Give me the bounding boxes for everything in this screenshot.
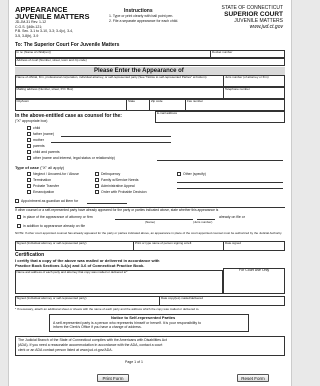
telephone-label: Telephone number	[225, 87, 250, 91]
guardian-checkbox[interactable]	[15, 199, 19, 203]
case-delinquency-label: Delinquency	[101, 171, 121, 176]
fax-label: Fax number	[187, 99, 204, 103]
case-other-label: Other (specify)	[183, 171, 206, 176]
case-emancipation-label: Emancipation	[33, 189, 55, 194]
notice-title: Notice to Self-represented Parties	[111, 314, 176, 320]
case-order-checkbox[interactable]	[95, 190, 99, 194]
signature-field[interactable]	[17, 245, 131, 250]
case-type-title: Type of case	[15, 165, 39, 170]
cert-date-field[interactable]	[161, 300, 283, 305]
page-number: Page 1 of 1	[125, 360, 143, 364]
in-place-of-checkbox[interactable]	[17, 215, 21, 219]
case-type-subheading: ("X" all apply)	[40, 165, 65, 170]
mailing-address-label: Mailing address (Number, street, P.O. Bo…	[16, 87, 74, 91]
prior-name-caption: (Name)	[145, 219, 156, 224]
case-delinquency-checkbox[interactable]	[95, 172, 99, 176]
zip-label: Zip code	[151, 99, 163, 103]
instruction-1: 1. Type or print clearly with ball point…	[109, 14, 174, 18]
party-name-label: Name of official, firm, professional cor…	[16, 75, 207, 79]
guardian-label: Appointment as guardian ad litem for	[21, 198, 79, 203]
court-address-field[interactable]	[89, 59, 283, 65]
court-use-label: For Court Use Only	[239, 268, 270, 272]
city-field[interactable]	[17, 104, 124, 110]
counsel-child-label: child	[33, 125, 41, 130]
certification-text-2: Practice Book Sections 3-4(c) and 3-6 of…	[15, 263, 145, 268]
counsel-parents-checkbox[interactable]	[27, 144, 31, 148]
in-addition-checkbox[interactable]	[17, 224, 21, 228]
case-fwsn-checkbox[interactable]	[95, 178, 99, 182]
case-other-checkbox[interactable]	[177, 172, 181, 176]
mailing-address-field[interactable]	[17, 92, 221, 98]
case-termination-checkbox[interactable]	[27, 178, 31, 182]
in-place-of-suffix: already on file or	[219, 214, 245, 219]
mailed-to-field[interactable]	[17, 275, 221, 293]
court-appointed-note: NOTE: If other court appointed counsel h…	[15, 231, 283, 235]
enter-appearance-heading: Please Enter the Appearance of	[94, 68, 184, 74]
case-emancipation-checkbox[interactable]	[27, 190, 31, 194]
mailed-to-label: Name and address of each party and attor…	[16, 270, 128, 274]
party-name-field[interactable]	[17, 80, 221, 86]
appearance-form-page: APPEARANCE JUVENILE MATTERS JD-JM-31 Rev…	[8, 0, 292, 386]
child-name-label: In re: (Name of child(ren))	[16, 50, 51, 54]
counsel-other-checkbox[interactable]	[27, 156, 31, 160]
certification-footnote: * If necessary, attach an additional she…	[15, 307, 200, 311]
child-name-field[interactable]	[49, 51, 207, 57]
counsel-child-and-parents-label: child and parents	[33, 149, 60, 154]
counsel-subheading: ("X" appropriate box)	[15, 119, 48, 123]
to-line: To: The Superior Court For Juvenile Matt…	[15, 42, 120, 48]
telephone-field[interactable]	[225, 92, 283, 98]
counsel-child-checkbox[interactable]	[27, 126, 31, 130]
ada-text-2: (ADA). If you need a reasonable accommod…	[18, 343, 163, 347]
email-label: E-mail address	[157, 111, 178, 115]
case-neglect-checkbox[interactable]	[27, 172, 31, 176]
case-fwsn-label: Family w/Service Needs	[101, 177, 139, 182]
case-neglect-label: Neglect / Uncared-for / Abuse	[33, 171, 79, 176]
print-form-button[interactable]: Print Form	[97, 374, 129, 382]
juris-number-field[interactable]	[225, 80, 283, 86]
counsel-father-label: father (name)	[33, 131, 55, 136]
case-probate-checkbox[interactable]	[27, 184, 31, 188]
instruction-2: 2. File a separate appearance for each c…	[109, 18, 179, 23]
email-field[interactable]	[157, 116, 283, 122]
case-type-heading: Type of case ("X" all apply)	[15, 166, 64, 170]
juris-number-label: Juris number (of attorney or firm)	[225, 75, 269, 79]
state-label: State	[128, 99, 136, 103]
prior-juris-caption: (Juris number)	[193, 219, 213, 224]
notice-text-2: inform the Clerk's Office if you have a …	[53, 325, 142, 329]
zip-field[interactable]	[151, 104, 183, 110]
in-addition-label: in addition to appearance already on fil…	[23, 223, 86, 228]
case-admin-appeal-label: Administrative Appeal	[101, 183, 135, 188]
counsel-father-checkbox[interactable]	[27, 132, 31, 136]
reset-form-button[interactable]: Reset Form	[237, 374, 269, 382]
date-signed-field[interactable]	[225, 245, 283, 250]
form-id: JD-JM-31 Rev. 1-12	[15, 20, 47, 24]
case-probate-label: Probate Transfer	[33, 183, 60, 188]
counsel-child-and-parents-checkbox[interactable]	[27, 150, 31, 154]
practice-book-rules-1: P.B. Sec. 3-1 to 3-10, 3-3; 3-4(c), 3-4,	[15, 29, 74, 33]
court-address-label: Address of court (Number, street, town a…	[16, 58, 87, 62]
case-order-label: Order with Probable Decision	[101, 189, 147, 194]
ada-text-3: clerk or an ADA contact person listed at…	[18, 348, 113, 352]
state-field[interactable]	[128, 104, 147, 110]
counsel-mother-label: mother	[33, 137, 44, 142]
counsel-parents-label: parents	[33, 143, 45, 148]
docket-field[interactable]	[231, 51, 283, 57]
counsel-other-label: other (name and interest, legal status o…	[33, 155, 115, 160]
website: www.jud.ct.gov	[249, 24, 283, 30]
practice-book-rules-2: 3-5, 3-8(b), 3-9	[15, 33, 39, 38]
fax-field[interactable]	[187, 104, 283, 110]
cert-signed-field[interactable]	[17, 300, 157, 305]
in-place-of-label: in place of the appearance of attorney o…	[23, 214, 93, 219]
ada-text-1: The Judicial Branch of the State of Conn…	[18, 338, 167, 342]
prior-appearance-notice: If other counsel or a self-represented p…	[15, 208, 219, 212]
city-label: City/town	[16, 99, 29, 103]
counsel-mother-checkbox[interactable]	[27, 138, 31, 142]
docket-label: Docket number	[212, 50, 233, 54]
case-termination-label: Termination	[33, 177, 52, 182]
case-admin-appeal-checkbox[interactable]	[95, 184, 99, 188]
print-name-field[interactable]	[135, 245, 221, 250]
